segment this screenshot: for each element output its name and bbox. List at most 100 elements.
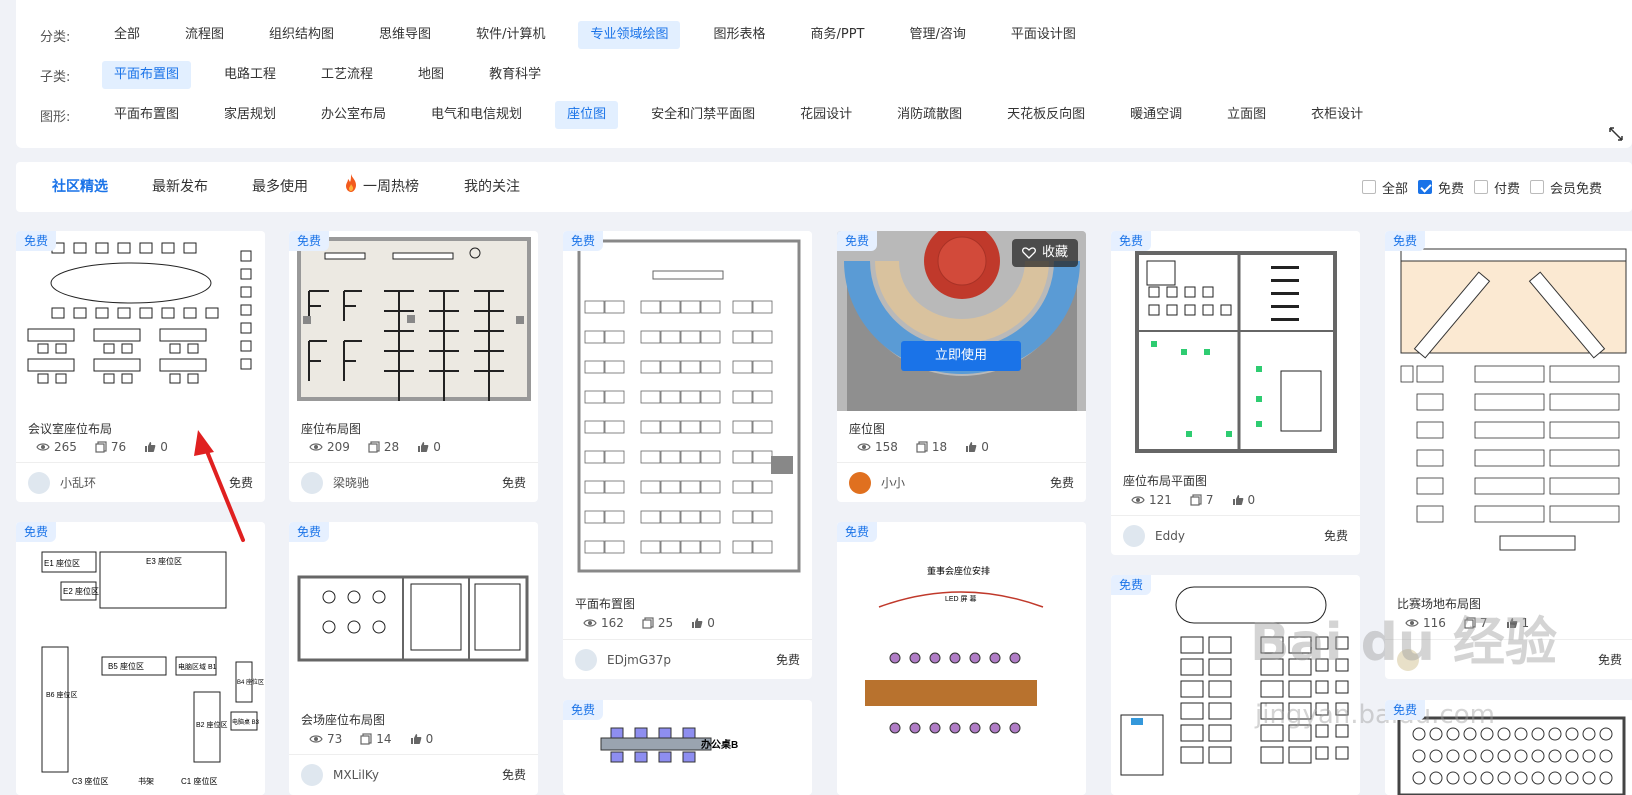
price-label: 免费 — [775, 653, 800, 667]
shape-option[interactable]: 立面图 — [1215, 101, 1278, 129]
category-option[interactable]: 全部 — [102, 21, 152, 49]
template-card[interactable]: 免费 董事会座位安排 LED 屏 幕 — [837, 522, 1086, 795]
author-name[interactable]: EDjmG37p — [607, 653, 776, 667]
template-card[interactable]: 免费 收藏 立即使用 座位图 158 18 0 小小 免费 — [837, 231, 1086, 502]
avatar[interactable] — [301, 471, 323, 494]
shape-option[interactable]: 平面布置图 — [102, 101, 191, 129]
card-title[interactable]: 会议室座位布局 — [28, 420, 112, 437]
card-title[interactable]: 座位布局平面图 — [1123, 472, 1207, 489]
shape-option[interactable]: 衣柜设计 — [1299, 101, 1375, 129]
template-thumbnail[interactable]: 董事会座位安排 LED 屏 幕 — [837, 522, 1086, 795]
like-count[interactable]: 0 — [1232, 493, 1255, 507]
avatar[interactable] — [301, 763, 323, 786]
template-thumbnail[interactable] — [289, 231, 538, 411]
checkbox[interactable] — [1529, 180, 1544, 194]
template-thumbnail[interactable] — [1111, 575, 1360, 795]
card-title[interactable]: 比赛场地布局图 — [1397, 595, 1481, 612]
tab-community-picks[interactable]: 社区精选 — [52, 162, 108, 212]
like-count[interactable]: 0 — [691, 616, 715, 630]
shape-option[interactable]: 电气和电信规划 — [419, 101, 534, 129]
card-title[interactable]: 座位图 — [849, 420, 885, 437]
avatar[interactable] — [28, 471, 50, 494]
category-option[interactable]: 软件/计算机 — [464, 21, 557, 49]
expand-icon[interactable] — [1608, 126, 1624, 142]
price-filter-member-free[interactable]: 会员免费 — [1529, 178, 1602, 197]
shape-option[interactable]: 消防疏散图 — [885, 101, 974, 129]
author-name[interactable]: MXLilKy — [333, 768, 502, 782]
shape-option-active[interactable]: 座位图 — [555, 101, 619, 129]
tab-weekly-hot[interactable]: 一周热榜 — [342, 162, 419, 212]
thumbs-up-icon[interactable] — [965, 441, 977, 453]
template-thumbnail[interactable] — [16, 231, 265, 411]
thumbs-up-icon[interactable] — [1506, 617, 1518, 629]
price-filter-all[interactable]: 全部 — [1361, 178, 1408, 197]
shape-option[interactable]: 安全和门禁平面图 — [639, 101, 767, 129]
avatar[interactable] — [1123, 524, 1145, 547]
like-count[interactable]: 0 — [144, 440, 168, 454]
template-card[interactable]: 免费 — [1385, 700, 1632, 795]
price-filter-free[interactable]: 免费 — [1417, 178, 1464, 197]
template-card[interactable]: 免费 比赛场地布局图 116 7 1 免费 — [1385, 231, 1632, 679]
subcategory-option[interactable]: 电路工程 — [212, 61, 288, 89]
thumbs-up-icon[interactable] — [417, 441, 429, 453]
avatar[interactable] — [1397, 648, 1419, 671]
author-name[interactable]: 梁晓驰 — [333, 474, 502, 491]
thumbs-up-icon[interactable] — [144, 441, 156, 453]
thumbs-up-icon[interactable] — [691, 617, 703, 629]
shape-option[interactable]: 天花板反向图 — [995, 101, 1097, 129]
author-name[interactable]: 小小 — [881, 474, 1050, 491]
tab-most-used[interactable]: 最多使用 — [252, 162, 308, 212]
avatar[interactable] — [575, 648, 597, 671]
category-option[interactable]: 图形表格 — [701, 21, 777, 49]
card-footer: EDjmG37p 免费 — [563, 639, 812, 679]
thumbs-up-icon[interactable] — [1232, 494, 1244, 506]
template-thumbnail[interactable] — [289, 522, 538, 702]
template-thumbnail[interactable] — [563, 231, 812, 586]
template-thumbnail[interactable] — [1385, 231, 1632, 586]
subcategory-option-active[interactable]: 平面布置图 — [102, 61, 192, 89]
favorite-button[interactable]: 收藏 — [1011, 239, 1078, 267]
subcategory-option[interactable]: 地图 — [406, 61, 456, 89]
template-card[interactable]: 免费 会场座位布局图 73 14 0 MXLilKy 免费 — [289, 522, 538, 795]
card-title[interactable]: 平面布置图 — [575, 595, 635, 612]
tab-following[interactable]: 我的关注 — [464, 162, 520, 212]
category-option[interactable]: 思维导图 — [367, 21, 443, 49]
subcategory-option[interactable]: 教育科学 — [477, 61, 553, 89]
category-option[interactable]: 平面设计图 — [999, 21, 1088, 49]
template-card[interactable]: 免费 E1 座位区 E3 座位区 E2 座位区 B6 座位区 B5 座位区 电脑… — [16, 522, 265, 795]
card-title[interactable]: 会场座位布局图 — [301, 711, 385, 728]
category-option[interactable]: 流程图 — [173, 21, 236, 49]
category-option[interactable]: 商务/PPT — [798, 21, 876, 49]
thumbs-up-icon[interactable] — [410, 733, 422, 745]
template-card[interactable]: 免费 办公桌B — [563, 700, 812, 795]
price-label: 免费 — [501, 768, 526, 782]
like-count[interactable]: 0 — [965, 440, 989, 454]
category-option-active[interactable]: 专业领域绘图 — [578, 21, 681, 49]
category-option[interactable]: 管理/咨询 — [897, 21, 977, 49]
checkbox[interactable] — [1473, 180, 1488, 194]
shape-option[interactable]: 家居规划 — [212, 101, 288, 129]
template-card[interactable]: 免费 座位布局图 209 28 0 梁晓驰 免费 — [289, 231, 538, 502]
like-count[interactable]: 0 — [417, 440, 441, 454]
checkbox[interactable] — [1361, 180, 1376, 194]
card-title[interactable]: 座位布局图 — [301, 420, 361, 437]
author-name[interactable]: Eddy — [1155, 529, 1324, 543]
price-filter-paid[interactable]: 付费 — [1473, 178, 1520, 197]
checkbox-checked[interactable] — [1417, 180, 1432, 194]
shape-option[interactable]: 暖通空调 — [1118, 101, 1194, 129]
use-now-button[interactable]: 立即使用 — [901, 341, 1021, 371]
template-card[interactable]: 免费 座位布局平面图 121 7 0 Eddy 免费 — [1111, 231, 1360, 555]
copy-icon — [360, 733, 372, 745]
template-thumbnail[interactable]: E1 座位区 E3 座位区 E2 座位区 B6 座位区 B5 座位区 电脑区域 … — [16, 522, 265, 795]
category-option[interactable]: 组织结构图 — [257, 21, 346, 49]
subcategory-option[interactable]: 工艺流程 — [309, 61, 385, 89]
shape-option[interactable]: 花园设计 — [788, 101, 864, 129]
tab-latest[interactable]: 最新发布 — [152, 162, 208, 212]
like-count[interactable]: 1 — [1506, 616, 1529, 630]
avatar[interactable] — [849, 471, 871, 494]
template-thumbnail[interactable] — [1111, 231, 1360, 463]
like-count[interactable]: 0 — [410, 732, 433, 746]
template-card[interactable]: 免费 — [1111, 575, 1360, 795]
template-card[interactable]: 免费 平面布置图 162 25 0 EDjmG37p 免费 — [563, 231, 812, 679]
shape-option[interactable]: 办公室布局 — [309, 101, 398, 129]
